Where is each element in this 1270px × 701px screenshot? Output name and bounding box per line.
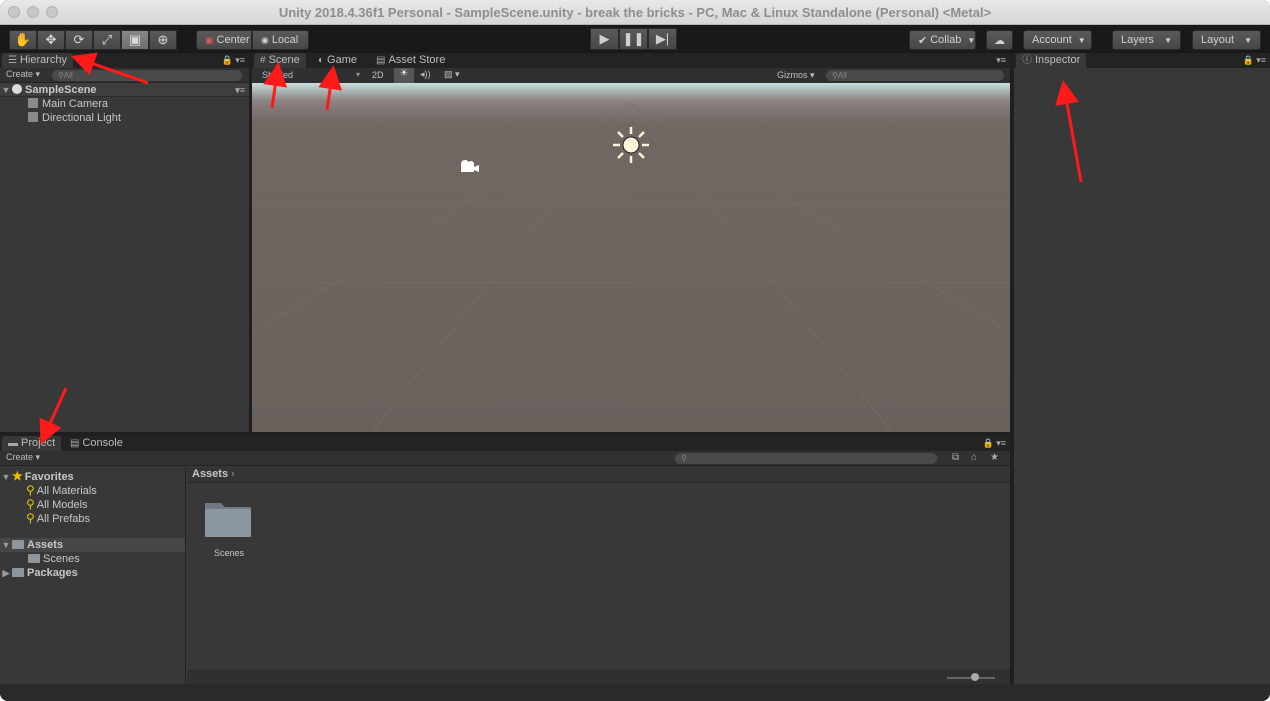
annotation-arrow-project	[39, 387, 68, 445]
annotation-arrows	[39, 52, 1083, 445]
annotation-arrow-game	[318, 65, 342, 111]
unity-editor-window: Unity 2018.4.36f1 Personal - SampleScene…	[0, 0, 1270, 701]
annotation-arrow-shaded	[263, 62, 288, 109]
annotation-arrow-inspector	[1055, 80, 1083, 183]
annotation-arrow-hierarchy	[71, 52, 149, 85]
